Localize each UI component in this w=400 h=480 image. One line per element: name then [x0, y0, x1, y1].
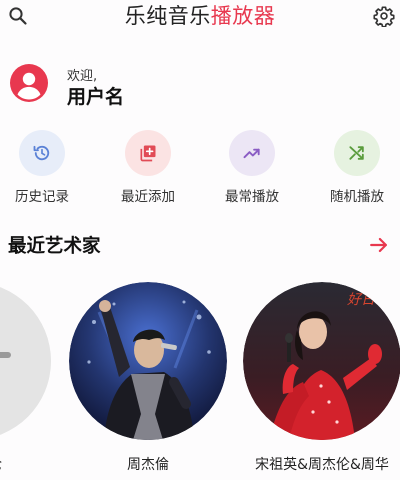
shuffle-icon	[334, 130, 380, 176]
artist-card[interactable]: 伦	[0, 282, 52, 474]
history-label: 历史记录	[15, 189, 69, 205]
recently-added-label: 最近添加	[121, 189, 175, 205]
artist-photo: 好日子	[243, 282, 400, 440]
top-bar: 乐纯音乐播放器	[0, 0, 400, 34]
username: 用户名	[67, 86, 125, 108]
most-played-label: 最常播放	[225, 189, 279, 205]
app-title-accent: 播放器	[210, 4, 276, 28]
svg-text:好日子: 好日子	[347, 292, 390, 308]
shuffle-button[interactable]: 随机播放	[312, 130, 400, 205]
quick-actions: 历史记录 最近添加 最常播放 随机播放	[0, 130, 400, 210]
add-playlist-icon	[125, 130, 171, 176]
artist-name: 周杰倫	[127, 457, 169, 473]
arrow-right-icon[interactable]	[368, 234, 390, 256]
artist-name: 伦	[0, 454, 52, 474]
section-title: 最近艺术家	[8, 236, 101, 257]
artist-name: 宋祖英&周杰伦&周华	[255, 457, 389, 473]
trending-up-icon	[229, 130, 275, 176]
shuffle-label: 随机播放	[330, 189, 384, 205]
most-played-button[interactable]: 最常播放	[207, 130, 297, 205]
history-button[interactable]: 历史记录	[0, 130, 87, 205]
recently-added-button[interactable]: 最近添加	[103, 130, 193, 205]
gear-icon[interactable]	[372, 4, 396, 28]
app-title-main: 乐纯音乐	[124, 4, 211, 28]
recent-artists-header: 最近艺术家	[8, 232, 392, 262]
artist-card[interactable]: 周杰倫	[68, 282, 228, 474]
artist-card[interactable]: 好日子 宋祖英&周杰伦&周华	[242, 282, 400, 474]
artist-carousel[interactable]: 伦	[0, 282, 400, 480]
app-title: 乐纯音乐播放器	[0, 2, 400, 30]
history-icon	[19, 130, 65, 176]
artist-photo	[69, 282, 227, 440]
user-avatar-icon[interactable]	[10, 64, 48, 102]
artist-photo	[0, 282, 51, 440]
